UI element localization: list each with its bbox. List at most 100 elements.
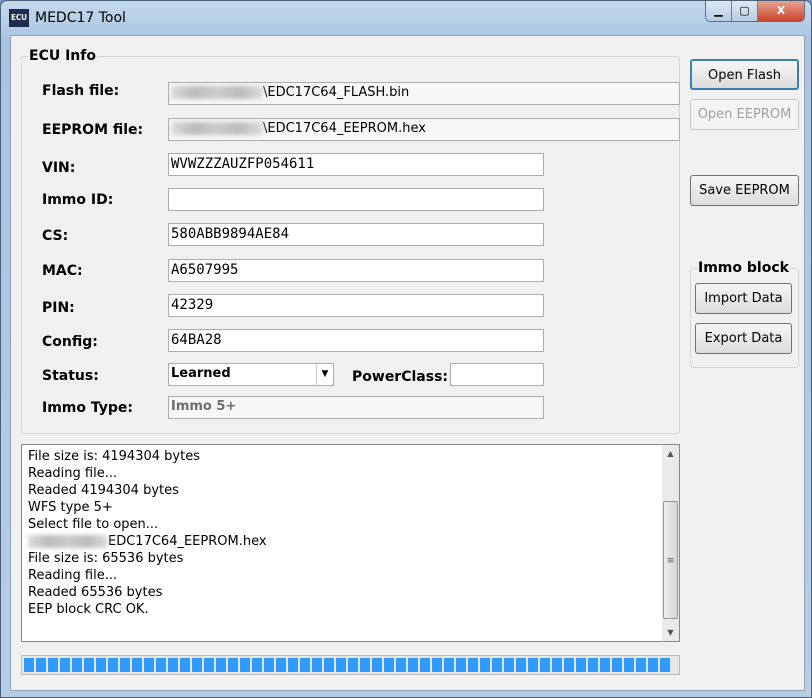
chevron-down-icon[interactable]: ▼: [316, 364, 333, 385]
progress-segment: [408, 658, 418, 672]
export-data-button[interactable]: Export Data: [695, 323, 792, 354]
immo-id-label: Immo ID:: [42, 192, 114, 208]
progress-segment: [156, 658, 166, 672]
progress-segment: [612, 658, 622, 672]
log-line: Readed 4194304 bytes: [28, 483, 179, 498]
progress-segment: [252, 658, 262, 672]
progress-segment: [216, 658, 226, 672]
immo-type-field[interactable]: Immo 5+: [168, 396, 544, 419]
flash-file-field[interactable]: \EDC17C64_FLASH.bin: [168, 82, 680, 105]
open-flash-button[interactable]: Open Flash: [690, 59, 799, 90]
progress-segment: [564, 658, 574, 672]
vin-label: VIN:: [42, 160, 76, 176]
log-line: Select file to open...: [28, 517, 159, 532]
close-button[interactable]: X: [758, 1, 804, 21]
progress-segment: [300, 658, 310, 672]
status-value: Learned: [171, 366, 231, 381]
flash-file-label: Flash file:: [42, 83, 120, 99]
progress-segment: [204, 658, 214, 672]
scroll-thumb[interactable]: ≡: [663, 501, 678, 619]
progress-segment: [120, 658, 130, 672]
progress-segment: [108, 658, 118, 672]
progress-segment: [444, 658, 454, 672]
log-scrollbar[interactable]: ▲ ≡ ▼: [662, 445, 679, 641]
open-eeprom-button[interactable]: Open EEPROM: [690, 99, 799, 130]
progress-segment: [336, 658, 346, 672]
progress-segment: [540, 658, 550, 672]
progress-segment: [468, 658, 478, 672]
flash-file-value: \EDC17C64_FLASH.bin: [263, 85, 410, 100]
window-title: MEDC17 Tool: [35, 10, 126, 26]
progress-segment: [24, 658, 34, 672]
eeprom-file-label: EEPROM file:: [42, 122, 144, 138]
log-line: EDC17C64_EEPROM.hex: [28, 533, 267, 550]
vin-field[interactable]: WVWZZZAUZFP054611: [168, 153, 544, 176]
mac-label: MAC:: [42, 263, 83, 279]
cs-field[interactable]: 580ABB9894AE84: [168, 223, 544, 246]
progress-segment: [168, 658, 178, 672]
progress-segment: [192, 658, 202, 672]
progress-segment: [456, 658, 466, 672]
eeprom-file-field[interactable]: \EDC17C64_EEPROM.hex: [168, 118, 680, 141]
app-icon: ECU: [9, 9, 29, 27]
progress-segment: [384, 658, 394, 672]
client-area: ECU Info Flash file: \EDC17C64_FLASH.bin…: [10, 35, 805, 691]
progress-segment: [516, 658, 526, 672]
scroll-up-icon[interactable]: ▲: [662, 445, 679, 462]
ecu-info-title: ECU Info: [28, 48, 97, 64]
import-data-button[interactable]: Import Data: [695, 283, 792, 314]
progress-segment: [480, 658, 490, 672]
progress-segment: [144, 658, 154, 672]
cs-label: CS:: [42, 228, 69, 244]
progress-segment: [504, 658, 514, 672]
progress-segment: [240, 658, 250, 672]
immo-block-title: Immo block: [697, 260, 790, 276]
progress-segment: [264, 658, 274, 672]
config-label: Config:: [42, 334, 98, 350]
progress-segment: [228, 658, 238, 672]
log-line-text: EDC17C64_EEPROM.hex: [108, 534, 267, 549]
progress-segment: [132, 658, 142, 672]
progress-segment: [576, 658, 586, 672]
immo-id-field[interactable]: [168, 188, 544, 211]
progress-segment: [48, 658, 58, 672]
progress-segment: [84, 658, 94, 672]
save-eeprom-button[interactable]: Save EEPROM: [690, 175, 799, 206]
progress-segment: [360, 658, 370, 672]
log-lines: File size is: 4194304 bytes Reading file.…: [28, 448, 267, 618]
config-field[interactable]: 64BA28: [168, 329, 544, 352]
status-select[interactable]: Learned ▼: [168, 363, 334, 386]
immo-block-group: Immo block Import Data Export Data: [690, 260, 799, 368]
progress-segment: [60, 658, 70, 672]
status-label: Status:: [42, 368, 99, 384]
progress-segment: [288, 658, 298, 672]
log-line: EEP block CRC OK.: [28, 602, 149, 617]
title-bar[interactable]: ECU MEDC17 Tool ▁ ▢ X: [1, 1, 811, 35]
log-line: WFS type 5+: [28, 500, 113, 515]
pin-field[interactable]: 42329: [168, 294, 544, 317]
immo-type-label: Immo Type:: [42, 400, 134, 416]
minimize-button[interactable]: ▁: [706, 1, 732, 21]
mac-field[interactable]: A6507995: [168, 259, 544, 282]
progress-bar: [21, 655, 680, 675]
progress-segment: [180, 658, 190, 672]
progress-segment: [96, 658, 106, 672]
scroll-down-icon[interactable]: ▼: [662, 624, 679, 641]
log-line: File size is: 65536 bytes: [28, 551, 184, 566]
maximize-button[interactable]: ▢: [732, 1, 758, 21]
progress-segment: [276, 658, 286, 672]
power-class-field[interactable]: [450, 363, 544, 386]
progress-segment: [528, 658, 538, 672]
progress-segment: [324, 658, 334, 672]
log-line: File size is: 4194304 bytes: [28, 449, 200, 464]
progress-segment: [72, 658, 82, 672]
log-line: Reading file...: [28, 466, 118, 481]
progress-segment: [636, 658, 646, 672]
progress-segment: [348, 658, 358, 672]
progress-segment: [420, 658, 430, 672]
ecu-info-group: ECU Info Flash file: \EDC17C64_FLASH.bin…: [21, 48, 680, 434]
progress-segment: [588, 658, 598, 672]
log-output[interactable]: File size is: 4194304 bytes Reading file.…: [21, 444, 680, 642]
progress-segment: [600, 658, 610, 672]
app-window: ECU MEDC17 Tool ▁ ▢ X ECU Info Flash fil…: [0, 0, 812, 698]
